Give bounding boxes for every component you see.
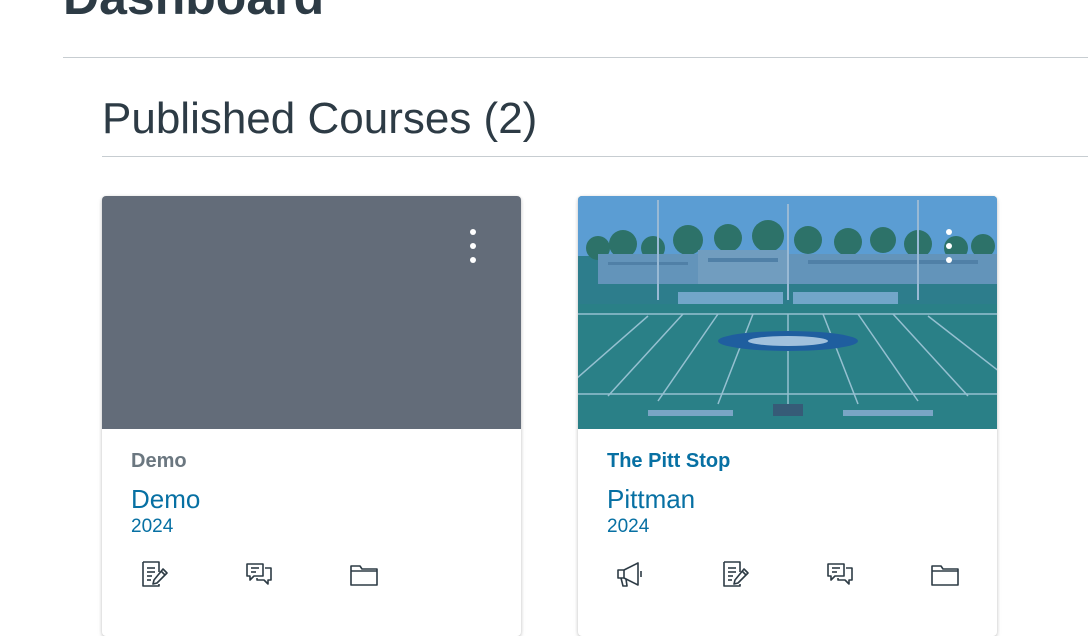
section-title: Published Courses (2) [102, 94, 538, 143]
files-icon[interactable] [927, 556, 963, 592]
course-short-name: The Pitt Stop [607, 450, 731, 472]
assignments-icon[interactable] [136, 556, 172, 592]
discussions-icon[interactable] [822, 556, 858, 592]
course-card-hero[interactable] [578, 196, 997, 429]
assignments-icon[interactable] [717, 556, 753, 592]
course-card-actions [102, 556, 521, 596]
course-card-demo[interactable]: Demo Demo 2024 [102, 196, 521, 636]
course-card-pitt-stop[interactable]: The Pitt Stop Pittman 2024 [578, 196, 997, 636]
course-name-link[interactable]: Demo [131, 484, 200, 515]
title-divider [63, 57, 1088, 58]
course-short-name: Demo [131, 450, 187, 472]
course-term: 2024 [607, 516, 650, 537]
section-divider [102, 156, 1088, 157]
files-icon[interactable] [346, 556, 382, 592]
page-title: Dashboard [63, 0, 324, 22]
course-name-link[interactable]: Pittman [607, 484, 695, 515]
course-card-hero[interactable] [102, 196, 521, 429]
course-options-menu-icon[interactable] [941, 226, 957, 266]
course-term: 2024 [131, 516, 174, 537]
announcements-icon[interactable] [612, 556, 648, 592]
course-options-menu-icon[interactable] [465, 226, 481, 266]
course-card-actions [578, 556, 997, 596]
discussions-icon[interactable] [241, 556, 277, 592]
